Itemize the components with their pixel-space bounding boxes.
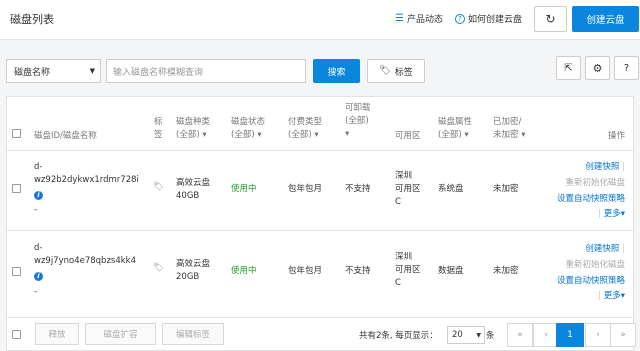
reinit-disk-link[interactable]: 重新初始化磁盘 [565,258,625,270]
divider [7,150,633,151]
divider [7,230,633,231]
disk-type: 高效云盘 40GB [176,178,211,201]
auto-snapshot-policy-link[interactable]: 设置自动快照策略 [557,274,625,286]
list-icon: ☰ [395,13,404,24]
billing-type: 包年包月 [288,266,323,276]
search-button[interactable]: 搜索 [313,59,360,83]
col-disk-status[interactable]: 磁盘状态 (全部) ▾ [231,116,265,142]
refresh-icon: ↻ [545,12,556,26]
page-header: 磁盘列表 ☰ 产品动态 ? 如何创建云盘 ↻ 创建云盘 [0,0,640,40]
release-button[interactable]: 释放 [35,323,79,345]
disk-attr: 数据盘 [438,266,464,276]
caret-down-icon: ▾ [620,291,625,301]
status-badge: 使用中 [231,266,257,276]
col-tag: 标签 [154,117,163,140]
auto-snapshot-policy-link[interactable]: 设置自动快照策略 [557,192,625,204]
disk-table: 磁盘ID/磁盘名称 标签 磁盘种类 (全部) ▾ 磁盘状态 (全部) ▾ 付费类… [6,96,634,318]
search-field-select[interactable]: 磁盘名称 ▼ [6,59,101,83]
encryption: 未加密 [493,266,519,276]
caret-down-icon: ▼ [89,67,95,75]
billing-type: 包年包月 [288,184,323,194]
last-page-button[interactable]: » [610,323,636,347]
tag-filter-button[interactable]: 🏷 标签 [367,59,425,83]
info-icon[interactable]: i [34,272,43,281]
disk-name: - [34,205,38,215]
col-zone: 可用区 [395,131,421,141]
question-icon: ? [623,62,630,74]
caret-down-icon: ▾ [464,130,469,140]
more-dropdown[interactable]: | 更多▾ [598,289,625,301]
next-page-button[interactable]: › [585,323,611,347]
disk-id-link[interactable]: d- wz92b2dykwx1rdmr728i [34,161,139,187]
disk-name: - [34,287,38,297]
col-encrypted[interactable]: 已加密/ 未加密 ▾ [493,116,526,142]
disk-type: 高效云盘 20GB [176,259,211,282]
create-snapshot-link[interactable]: 创建快照 | [585,160,625,172]
how-to-create-link[interactable]: ? 如何创建云盘 [455,12,522,25]
disk-attr: 系统盘 [438,184,464,194]
col-disk-type[interactable]: 磁盘种类 (全部) ▾ [176,116,210,142]
caret-down-icon: ▾ [345,129,350,139]
status-badge: 使用中 [231,184,257,194]
page-size-select[interactable]: 20 ▼ [447,326,485,344]
table-footer: 释放 磁盘扩容 编辑标签 共有2条, 每页显示： 20 ▼ 条 « ‹ 1 › … [6,318,636,351]
page-size-unit: 条 [486,331,495,341]
first-page-button[interactable]: « [507,323,533,347]
page-summary: 共有2条, 每页显示： [359,331,438,341]
col-detachable[interactable]: 可卸载 (全部) ▾ [345,102,371,141]
export-icon: ⇱ [564,62,573,74]
col-billing[interactable]: 付费类型 (全部) ▾ [288,116,322,142]
caret-down-icon: ▾ [620,209,625,219]
select-all-checkbox[interactable] [12,129,21,138]
more-dropdown[interactable]: | 更多▾ [598,207,625,219]
caret-down-icon: ▾ [314,130,319,140]
page-title: 磁盘列表 [10,13,54,26]
gear-icon: ⚙ [592,61,603,75]
tag-icon[interactable]: 🏷 [153,262,164,275]
disk-id-link[interactable]: d- wz9j7yno4e78qbzs4kk4 [34,242,136,268]
col-operations: 操作 [607,131,625,141]
refresh-button[interactable]: ↻ [534,6,567,32]
caret-down-icon: ▾ [202,130,207,140]
detachable: 不支持 [345,184,371,194]
search-input[interactable]: 输入磁盘名称模糊查询 [106,59,306,83]
reinit-disk-link[interactable]: 重新初始化磁盘 [565,176,625,188]
col-disk-attr[interactable]: 磁盘属性 (全部) ▾ [438,116,472,142]
caret-down-icon: ▼ [476,331,481,339]
detachable: 不支持 [345,266,371,276]
page-1-button[interactable]: 1 [556,323,584,347]
settings-button[interactable]: ⚙ [585,56,610,80]
create-disk-button[interactable]: 创建云盘 [572,6,639,32]
row-checkbox[interactable] [12,267,21,276]
expand-disk-button[interactable]: 磁盘扩容 [85,323,156,345]
footer-select-all-checkbox[interactable] [12,330,21,339]
help-button[interactable]: ? [614,56,639,80]
help-icon: ? [455,13,465,24]
col-disk-id: 磁盘ID/磁盘名称 [34,131,97,141]
export-button[interactable]: ⇱ [556,56,581,80]
zone: 深圳 可用区 C [395,171,421,207]
create-snapshot-link[interactable]: 创建快照 | [585,242,625,254]
row-checkbox[interactable] [12,184,21,193]
edit-tags-button[interactable]: 编辑标签 [162,323,224,345]
product-news-link[interactable]: ☰ 产品动态 [395,12,443,25]
caret-down-icon: ▾ [521,130,526,140]
caret-down-icon: ▾ [257,130,262,140]
encryption: 未加密 [493,184,519,194]
tag-icon: 🏷 [379,66,391,76]
zone: 深圳 可用区 C [395,252,421,288]
info-icon[interactable]: i [34,191,43,200]
tag-icon[interactable]: 🏷 [153,181,164,194]
